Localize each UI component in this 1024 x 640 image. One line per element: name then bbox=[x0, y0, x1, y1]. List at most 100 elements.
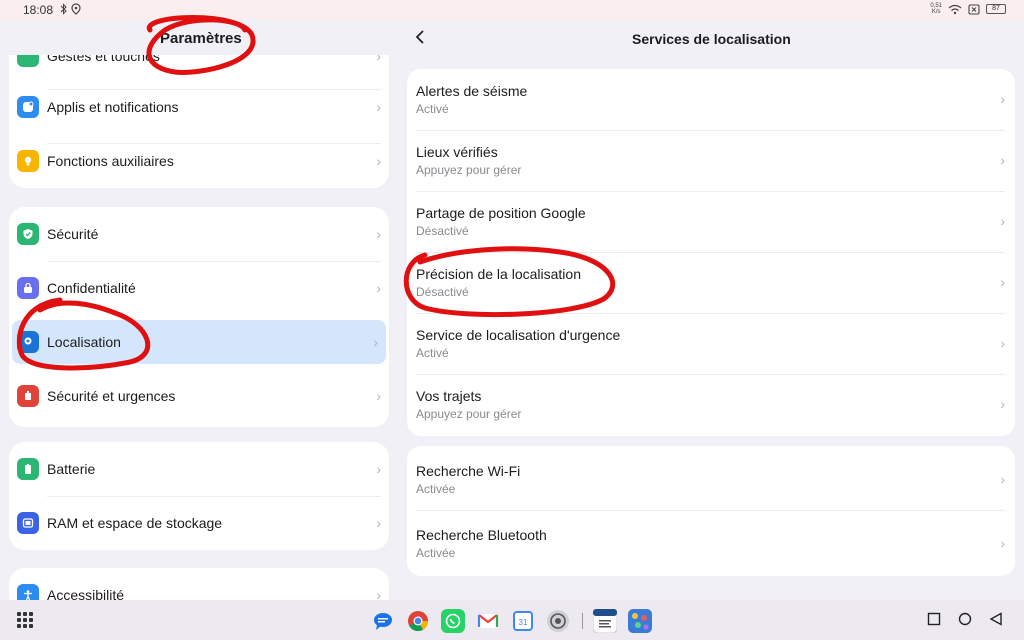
location-service-google-sharing[interactable]: Partage de position Google Désactivé › bbox=[407, 191, 1015, 252]
row-status: Désactivé bbox=[416, 224, 469, 238]
settings-app-icon[interactable] bbox=[546, 609, 570, 633]
settings-item-label: Gestes et touches bbox=[47, 55, 160, 64]
row-status: Activée bbox=[416, 482, 456, 496]
location-service-emergency[interactable]: Service de localisation d'urgence Activé… bbox=[407, 313, 1015, 374]
chevron-right-icon: › bbox=[376, 461, 381, 477]
location-service-timeline[interactable]: Vos trajets Appuyez pour gérer › bbox=[407, 374, 1015, 435]
recents-button[interactable] bbox=[927, 612, 941, 626]
chevron-right-icon: › bbox=[1000, 274, 1005, 290]
chrome-icon[interactable] bbox=[406, 609, 430, 633]
settings-item-label: Sécurité bbox=[47, 226, 99, 242]
location-status-icon bbox=[71, 3, 81, 15]
settings-item-location[interactable]: Localisation › bbox=[12, 320, 386, 364]
settings-item-label: Accessibilité bbox=[47, 587, 125, 600]
chevron-right-icon: › bbox=[376, 280, 381, 296]
shield-check-icon bbox=[17, 223, 39, 245]
chevron-right-icon: › bbox=[376, 587, 381, 600]
row-status: Appuyez pour gérer bbox=[416, 407, 522, 421]
settings-item-label: Confidentialité bbox=[47, 280, 136, 296]
row-title: Recherche Bluetooth bbox=[416, 527, 547, 543]
chevron-right-icon: › bbox=[373, 334, 378, 350]
wifi-icon bbox=[948, 4, 962, 14]
row-status: Activé bbox=[416, 102, 449, 116]
chevron-right-icon: › bbox=[376, 515, 381, 531]
settings-item-aux[interactable]: Fonctions auxiliaires › bbox=[9, 134, 389, 188]
chevron-right-icon: › bbox=[1000, 535, 1005, 551]
settings-item-gestures[interactable]: Gestes et touches › bbox=[9, 55, 389, 83]
emergency-icon bbox=[17, 385, 39, 407]
settings-item-label: Localisation bbox=[47, 334, 121, 350]
status-bar: 18:08 0,51 K/s 87 bbox=[0, 0, 1024, 20]
location-services-group-2: Recherche Wi-Fi Activée › Recherche Blue… bbox=[407, 446, 1015, 576]
chevron-right-icon: › bbox=[1000, 213, 1005, 229]
gmail-icon[interactable] bbox=[476, 609, 500, 633]
battery-icon bbox=[17, 458, 39, 480]
storage-icon bbox=[17, 512, 39, 534]
divider bbox=[416, 510, 1005, 511]
settings-card-1: Gestes et touches › Applis et notificati… bbox=[9, 55, 389, 188]
wifi-scanning[interactable]: Recherche Wi-Fi Activée › bbox=[407, 449, 1015, 510]
chevron-right-icon: › bbox=[376, 153, 381, 169]
settings-item-apps[interactable]: Applis et notifications › bbox=[9, 80, 389, 134]
messages-icon[interactable] bbox=[371, 609, 395, 633]
battery-indicator: 87 bbox=[986, 4, 1006, 14]
chevron-right-icon: › bbox=[376, 99, 381, 115]
row-status: Activée bbox=[416, 546, 456, 560]
settings-item-label: Sécurité et urgences bbox=[47, 388, 176, 404]
settings-item-privacy[interactable]: Confidentialité › bbox=[9, 261, 389, 315]
back-nav-button[interactable] bbox=[989, 612, 1003, 626]
document-app-icon[interactable] bbox=[592, 608, 618, 634]
settings-item-label: RAM et espace de stockage bbox=[47, 515, 223, 531]
status-right: 0,51 K/s 87 bbox=[930, 3, 1006, 15]
accessibility-icon bbox=[17, 584, 39, 600]
settings-item-storage[interactable]: RAM et espace de stockage › bbox=[9, 496, 389, 550]
row-title: Vos trajets bbox=[416, 388, 482, 404]
home-button[interactable] bbox=[958, 612, 972, 626]
back-button[interactable] bbox=[414, 28, 426, 51]
gestures-icon bbox=[17, 55, 39, 67]
bulb-icon bbox=[17, 150, 39, 172]
location-service-verified-places[interactable]: Lieux vérifiés Appuyez pour gérer › bbox=[407, 130, 1015, 191]
net-speed: 0,51 K/s bbox=[930, 3, 942, 15]
settings-card-2: Sécurité › Confidentialité › Localisatio… bbox=[9, 207, 389, 427]
chevron-right-icon: › bbox=[1000, 335, 1005, 351]
chevron-right-icon: › bbox=[376, 388, 381, 404]
apps-icon bbox=[17, 96, 39, 118]
chevron-right-icon: › bbox=[1000, 471, 1005, 487]
row-title: Alertes de séisme bbox=[416, 83, 528, 99]
dock-divider bbox=[582, 613, 583, 629]
chevron-right-icon: › bbox=[1000, 396, 1005, 412]
settings-item-emergency[interactable]: Sécurité et urgences › bbox=[9, 369, 389, 423]
bluetooth-icon bbox=[60, 3, 67, 15]
location-services-group-1: Alertes de séisme Activé › Lieux vérifié… bbox=[407, 69, 1015, 436]
settings-item-label: Fonctions auxiliaires bbox=[47, 153, 174, 169]
lock-icon bbox=[17, 277, 39, 299]
chevron-right-icon: › bbox=[1000, 91, 1005, 107]
app-drawer-icon[interactable] bbox=[17, 612, 33, 628]
location-service-accuracy[interactable]: Précision de la localisation Désactivé › bbox=[407, 252, 1015, 313]
row-status: Activé bbox=[416, 346, 449, 360]
settings-item-label: Applis et notifications bbox=[47, 99, 179, 115]
location-service-earthquake[interactable]: Alertes de séisme Activé › bbox=[407, 69, 1015, 130]
settings-item-label: Batterie bbox=[47, 461, 96, 477]
whatsapp-icon[interactable] bbox=[441, 609, 465, 633]
row-title: Précision de la localisation bbox=[416, 266, 581, 282]
location-pin-icon bbox=[17, 331, 39, 353]
settings-card-3: Batterie › RAM et espace de stockage › bbox=[9, 442, 389, 550]
row-title: Service de localisation d'urgence bbox=[416, 327, 621, 343]
settings-item-accessibility[interactable]: Accessibilité › bbox=[9, 568, 389, 600]
settings-list[interactable]: Gestes et touches › Applis et notificati… bbox=[0, 55, 398, 600]
calendar-icon[interactable]: 31 bbox=[511, 609, 535, 633]
chevron-right-icon: › bbox=[376, 55, 381, 64]
status-time: 18:08 bbox=[23, 3, 54, 17]
bluetooth-scanning[interactable]: Recherche Bluetooth Activée › bbox=[407, 513, 1015, 574]
settings-item-battery[interactable]: Batterie › bbox=[9, 442, 389, 496]
settings-card-4: Accessibilité › bbox=[9, 568, 389, 600]
chevron-right-icon: › bbox=[1000, 152, 1005, 168]
row-status: Appuyez pour gérer bbox=[416, 163, 522, 177]
chevron-right-icon: › bbox=[376, 226, 381, 242]
chevron-left-icon bbox=[415, 30, 424, 44]
settings-item-security[interactable]: Sécurité › bbox=[9, 207, 389, 261]
calendar-day: 31 bbox=[519, 618, 528, 627]
game-app-icon[interactable] bbox=[628, 609, 652, 633]
